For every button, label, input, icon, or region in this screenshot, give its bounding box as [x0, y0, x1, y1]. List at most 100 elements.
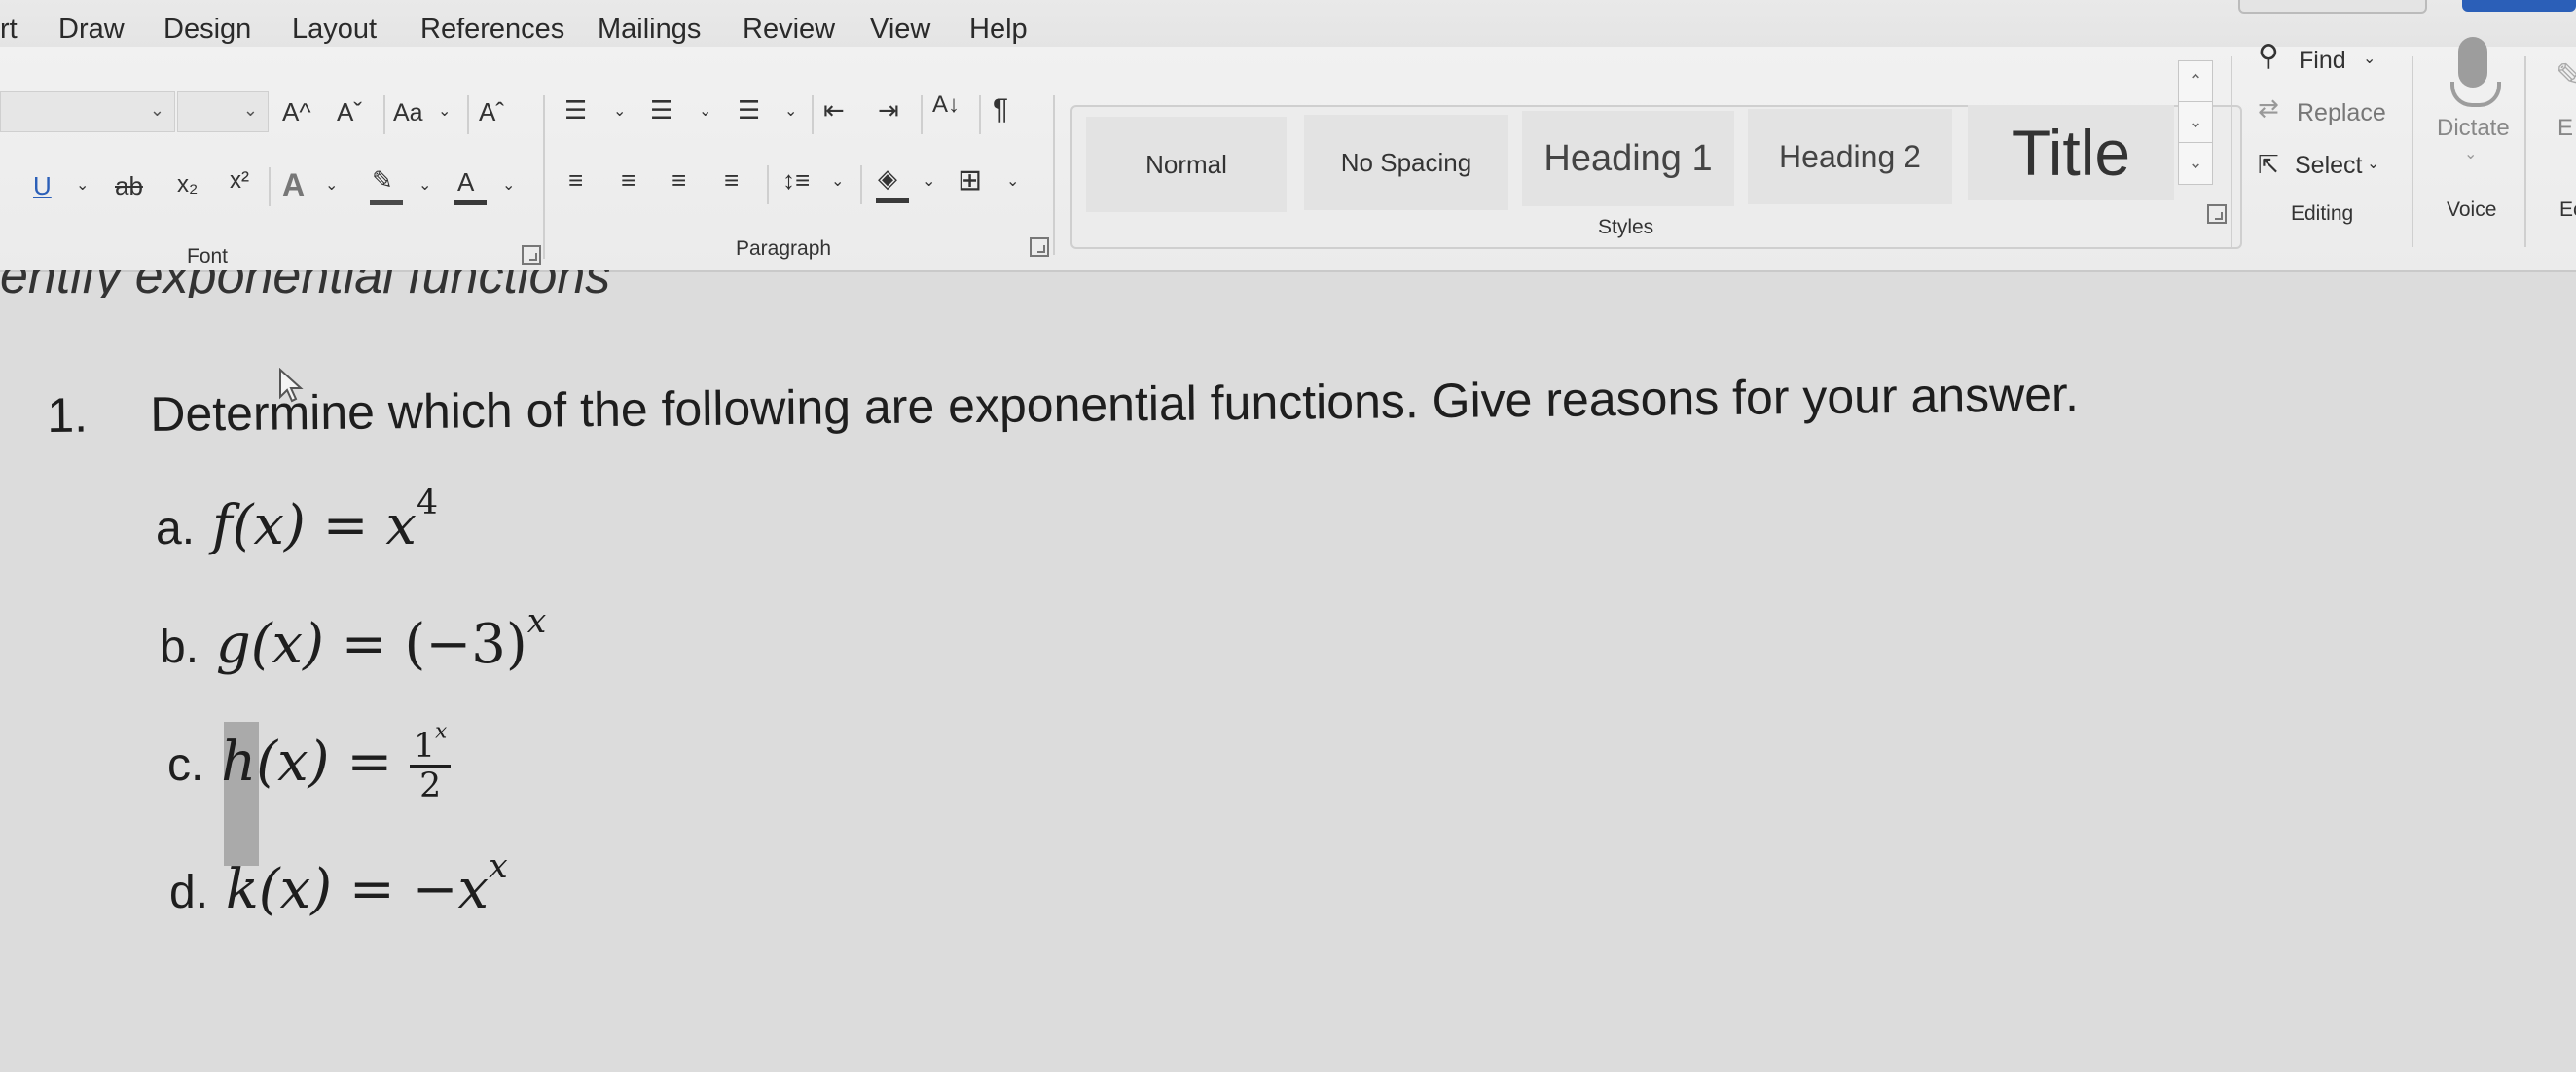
- chevron-down-icon: ⌄: [2367, 156, 2380, 172]
- chevron-down-icon: ⌄: [2464, 146, 2478, 162]
- separator: [2524, 56, 2526, 247]
- justify-icon[interactable]: ≡: [724, 165, 739, 196]
- separator: [921, 95, 923, 134]
- align-right-icon[interactable]: ≡: [671, 165, 686, 196]
- text-effects-icon[interactable]: A: [282, 167, 305, 203]
- chevron-down-icon: ⌄: [923, 173, 936, 190]
- exponent: x: [526, 601, 547, 641]
- grow-font-button[interactable]: A^: [282, 97, 311, 127]
- strikethrough-button[interactable]: ab: [115, 171, 143, 201]
- increase-indent-icon[interactable]: ⇥: [878, 95, 899, 125]
- styles-scroll-up-icon[interactable]: ⌃: [2178, 60, 2213, 103]
- base: x: [385, 494, 417, 557]
- separator: [812, 95, 814, 134]
- separator: [269, 167, 271, 206]
- chevron-down-icon: ⌄: [613, 103, 627, 120]
- shading-icon[interactable]: ◈: [878, 163, 897, 194]
- equals-sign: =: [348, 858, 395, 921]
- document-page[interactable]: entify exponential functions 1. Determin…: [0, 270, 2576, 1072]
- highlighter-icon[interactable]: ✎: [372, 165, 393, 196]
- styles-more-icon[interactable]: ⌄: [2178, 142, 2213, 185]
- chevron-down-icon: ⌄: [2363, 51, 2376, 67]
- microphone-icon[interactable]: [2458, 37, 2487, 88]
- microphone-stand-icon: [2450, 82, 2501, 107]
- subscript-button[interactable]: x₂: [177, 171, 198, 198]
- paragraph-dialog-launcher[interactable]: [1030, 237, 1049, 257]
- item-letter: b.: [160, 622, 200, 673]
- tab-help[interactable]: Help: [969, 14, 1028, 46]
- fraction-numerator: 1x: [410, 721, 452, 768]
- shrink-font-button[interactable]: Aˇ: [337, 97, 362, 127]
- chevron-down-icon: ⌄: [418, 177, 432, 194]
- style-no-spacing[interactable]: No Spacing: [1304, 115, 1508, 210]
- base: −x: [412, 858, 490, 921]
- find-button[interactable]: Find: [2299, 47, 2346, 75]
- numerator-value: 1: [414, 727, 436, 766]
- borders-icon[interactable]: ⊞: [958, 163, 982, 197]
- style-title[interactable]: Title: [1968, 105, 2174, 200]
- section-heading-cut: entify exponential functions: [0, 270, 610, 298]
- item-letter: a.: [156, 503, 196, 554]
- style-normal[interactable]: Normal: [1086, 117, 1287, 212]
- styles-dialog-launcher[interactable]: [2207, 204, 2227, 224]
- sort-icon[interactable]: A↓: [932, 91, 960, 119]
- question-text: Determine which of the following are exp…: [150, 367, 2080, 442]
- tab-layout[interactable]: Layout: [292, 14, 377, 46]
- styles-scroll-down-icon[interactable]: ⌄: [2178, 101, 2213, 144]
- dictate-button[interactable]: Dictate: [2437, 115, 2510, 142]
- base: (−3): [404, 613, 527, 676]
- tab-design[interactable]: Design: [163, 14, 251, 46]
- change-case-button[interactable]: Aa: [393, 99, 423, 127]
- font-dialog-launcher[interactable]: [522, 245, 541, 265]
- share-button[interactable]: [2462, 0, 2576, 12]
- select-button[interactable]: Select: [2295, 152, 2362, 180]
- editor-pen-icon[interactable]: ✎: [2556, 56, 2576, 95]
- underline-button[interactable]: U: [33, 171, 52, 201]
- function-name: h(x): [221, 731, 330, 795]
- tab-draw[interactable]: Draw: [58, 14, 125, 46]
- separator: [2231, 56, 2232, 247]
- replace-button[interactable]: Replace: [2297, 99, 2386, 127]
- select-cursor-icon: ⇱: [2258, 150, 2279, 179]
- tab-references[interactable]: References: [420, 14, 564, 46]
- separator: [979, 95, 981, 134]
- exponent: 4: [417, 482, 439, 522]
- style-heading-1[interactable]: Heading 1: [1522, 111, 1734, 206]
- chevron-down-icon: ⌄: [149, 100, 164, 120]
- multilevel-list-icon[interactable]: ☰: [738, 95, 760, 125]
- editor-button[interactable]: E: [2558, 115, 2573, 142]
- fraction: 1x 2: [410, 721, 452, 804]
- bullets-icon[interactable]: ☰: [564, 95, 587, 125]
- style-heading-2[interactable]: Heading 2: [1748, 109, 1952, 204]
- superscript-button[interactable]: x²: [230, 167, 249, 195]
- list-item-b: b. g(x) = (−3)x: [160, 604, 546, 676]
- font-name-dropdown[interactable]: ⌄: [0, 91, 175, 132]
- numbering-icon[interactable]: ☰: [650, 95, 672, 125]
- tab-view[interactable]: View: [870, 14, 930, 46]
- voice-group-label: Voice: [2447, 198, 2497, 221]
- decrease-indent-icon[interactable]: ⇤: [823, 95, 845, 125]
- chevron-down-icon: ⌄: [1006, 173, 1020, 190]
- list-item-a: a. f(x) = x4: [156, 485, 438, 557]
- tab-mailings[interactable]: Mailings: [598, 14, 701, 46]
- item-letter: c.: [167, 739, 204, 792]
- font-size-dropdown[interactable]: ⌄: [177, 91, 269, 132]
- ribbon: ⌄ ⌄ A^ Aˇ Aa ⌄ Aˆ U ⌄ ab x₂ x² A ⌄ ✎ ⌄ A…: [0, 37, 2576, 272]
- clear-formatting-icon[interactable]: Aˆ: [479, 97, 504, 127]
- align-left-icon[interactable]: ≡: [568, 165, 583, 196]
- font-color-button[interactable]: A: [457, 167, 474, 197]
- function-name: k(x): [225, 858, 333, 921]
- equals-sign: =: [341, 613, 387, 676]
- line-spacing-icon[interactable]: ↕≡: [782, 165, 810, 196]
- question-number: 1.: [47, 387, 89, 443]
- function-name: f(x): [211, 494, 306, 557]
- list-item-d: d. k(x) = −xx: [169, 849, 508, 921]
- mouse-pointer-icon: [279, 368, 304, 403]
- comments-button[interactable]: [2238, 0, 2427, 14]
- paragraph-group-label: Paragraph: [736, 237, 832, 260]
- tab-insert-partial[interactable]: rt: [0, 14, 18, 46]
- show-formatting-button[interactable]: ¶: [993, 93, 1008, 126]
- tab-review[interactable]: Review: [743, 14, 835, 46]
- replace-icon: ⇄: [2258, 93, 2279, 123]
- align-center-icon[interactable]: ≡: [621, 165, 635, 196]
